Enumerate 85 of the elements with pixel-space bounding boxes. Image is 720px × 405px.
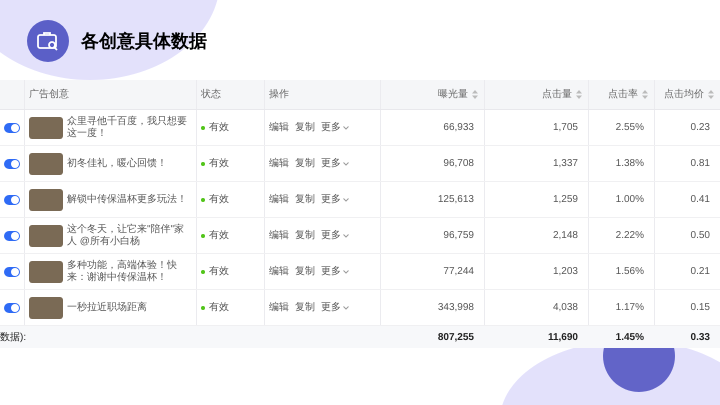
column-header: 点击均价 [664, 88, 704, 102]
caret-icon [343, 162, 349, 166]
toggle-switch[interactable] [4, 194, 20, 204]
table-cell-text: 96,708 [443, 157, 474, 171]
photo-placeholder [29, 260, 63, 282]
table-cell-text: 1,705 [552, 121, 578, 135]
table-cell-text: 96,759 [443, 229, 474, 243]
table-cell-text: 343,998 [438, 301, 474, 315]
photo-placeholder [29, 188, 63, 210]
toggle-switch[interactable] [4, 266, 20, 276]
table-cell-text: 1,337 [552, 157, 578, 171]
summary-cell-text: 11,690 [548, 330, 578, 344]
more-dropdown[interactable]: 更多 [321, 228, 349, 243]
creative-text: 这个冬天，让它来"陪伴"家人 @所有小白杨 [67, 224, 186, 248]
more-dropdown[interactable]: 更多 [321, 300, 349, 315]
table-cell-text: 0.21 [690, 265, 710, 279]
more-dropdown[interactable]: 更多 [321, 192, 349, 207]
action-link[interactable]: 编辑 [269, 120, 289, 135]
table-cell-text: 0.15 [690, 301, 710, 315]
action-link[interactable]: 复制 [295, 192, 315, 207]
creative-text: 多种功能，高端体验！快来：谢谢中传保温杯！ [67, 260, 178, 284]
status-text: 有效 [209, 301, 229, 315]
action-link[interactable]: 复制 [295, 120, 315, 135]
action-link[interactable]: 复制 [295, 156, 315, 171]
caret-icon [343, 270, 349, 274]
more-dropdown[interactable]: 更多 [321, 156, 349, 171]
action-link[interactable]: 复制 [295, 300, 315, 315]
table-cell-text: 2.55% [616, 121, 644, 135]
action-link[interactable]: 编辑 [269, 156, 289, 171]
table-cell-text: 1,259 [552, 193, 578, 207]
column-header: 状态 [201, 88, 221, 102]
table-cell-text: 0.41 [690, 193, 710, 207]
action-link[interactable]: 复制 [295, 228, 315, 243]
table-cell-text: 1.00% [616, 193, 644, 207]
creative-text: 一秒拉近职场距离 [67, 302, 147, 314]
table-cell-text: 0.50 [690, 229, 710, 243]
page-title: 各创意具体数据 [81, 30, 207, 52]
creative-text: 众里寻他千百度，我只想要这一度！ [67, 116, 188, 140]
table-cell-text: 2,148 [552, 229, 578, 243]
photo-placeholder [29, 224, 63, 246]
creative-text: 初冬佳礼，暖心回馈！ [67, 158, 167, 170]
action-link[interactable]: 编辑 [269, 192, 289, 207]
toggle-switch[interactable] [4, 230, 20, 240]
column-header: 曝光量 [438, 88, 468, 102]
summary-cell-text: 0.33 [690, 330, 710, 344]
creative-text: 解锁中传保温杯更多玩法！ [67, 194, 187, 206]
status-text: 有效 [209, 157, 229, 171]
action-link[interactable]: 编辑 [269, 264, 289, 279]
status-text: 有效 [209, 193, 229, 207]
table-cell-text: 0.81 [690, 157, 710, 171]
table-cell-text: 1.56% [616, 265, 644, 279]
summary-label: 数据): [0, 330, 26, 344]
toggle-switch[interactable] [4, 302, 20, 312]
table-cell-text: 4,038 [552, 301, 578, 315]
summary-cell-text: 807,255 [438, 330, 474, 344]
status-text: 有效 [209, 229, 229, 243]
column-header: 点击率 [608, 88, 638, 102]
table-cell-text: 77,244 [443, 265, 474, 279]
action-link[interactable]: 编辑 [269, 300, 289, 315]
table-cell-text: 1.17% [616, 301, 644, 315]
more-dropdown[interactable]: 更多 [321, 120, 349, 135]
caret-icon [343, 198, 349, 202]
status-text: 有效 [209, 265, 229, 279]
table-cell-text: 66,933 [443, 121, 474, 135]
action-link[interactable]: 编辑 [269, 228, 289, 243]
column-header: 操作 [269, 88, 289, 102]
column-header: 点击量 [542, 88, 572, 102]
table-cell-text: 125,613 [438, 193, 474, 207]
more-dropdown[interactable]: 更多 [321, 264, 349, 279]
action-link[interactable]: 复制 [295, 264, 315, 279]
caret-icon [343, 306, 349, 310]
table-cell-text: 2.22% [616, 229, 644, 243]
toggle-switch[interactable] [4, 122, 20, 132]
caret-icon [343, 234, 349, 238]
table-cell-text: 1,203 [552, 265, 578, 279]
column-header: 广告创意 [29, 88, 69, 102]
summary-cell-text: 1.45% [616, 330, 644, 344]
caret-icon [343, 126, 349, 130]
photo-placeholder [29, 296, 63, 318]
toggle-switch[interactable] [4, 158, 20, 168]
table-cell-text: 1.38% [616, 157, 644, 171]
photo-placeholder [29, 116, 63, 138]
status-text: 有效 [209, 121, 229, 135]
photo-placeholder [29, 152, 63, 174]
table-cell-text: 0.23 [690, 121, 710, 135]
